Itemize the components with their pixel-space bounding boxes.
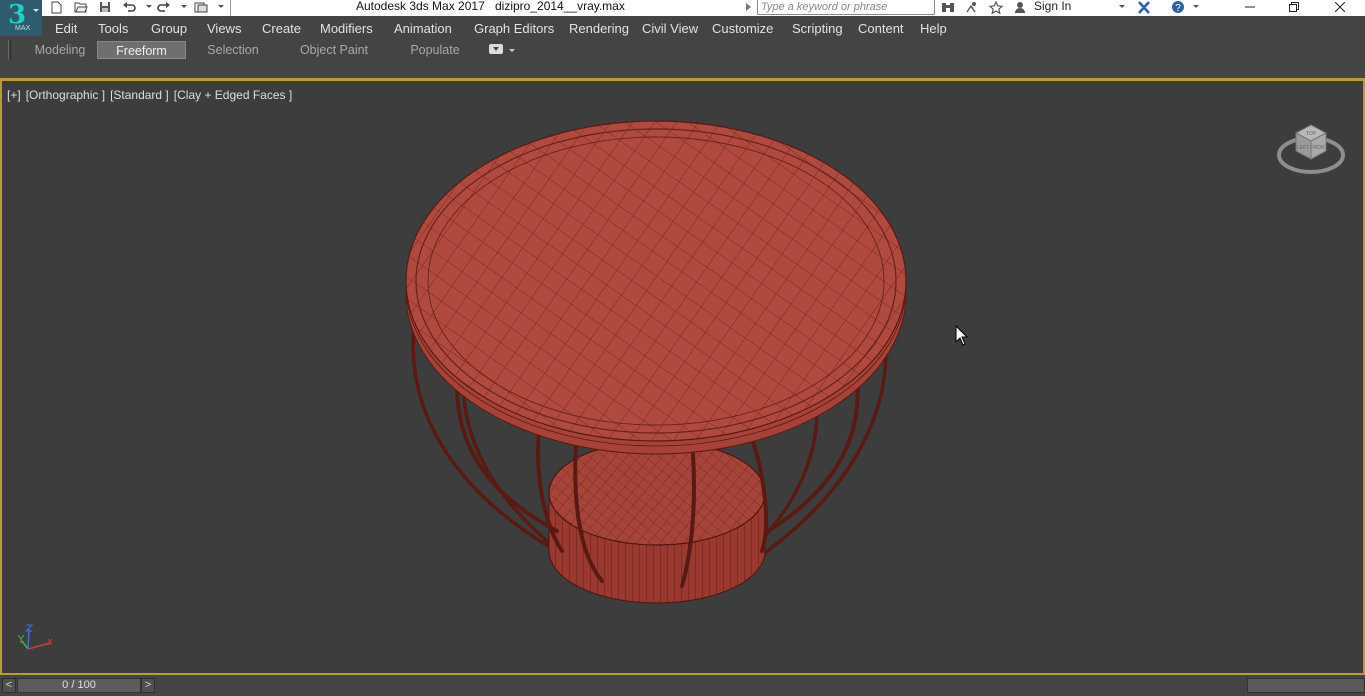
application-menu-button[interactable]: 3 MAX — [0, 0, 42, 36]
open-file-icon[interactable] — [73, 0, 89, 14]
time-slider-prev-button[interactable]: < — [2, 678, 16, 693]
redo-dropdown-icon[interactable] — [181, 5, 187, 8]
sign-in-dropdown-icon[interactable] — [1119, 5, 1125, 8]
tab-selection[interactable]: Selection — [204, 41, 262, 59]
new-file-icon[interactable] — [49, 0, 65, 14]
help-dropdown-icon[interactable] — [1193, 5, 1199, 8]
search-expand-icon[interactable] — [746, 3, 751, 11]
app-logo-sub: MAX — [15, 25, 31, 32]
favorites-star-icon[interactable] — [988, 0, 1004, 14]
menu-tools[interactable]: Tools — [98, 21, 128, 36]
time-slider-next-button[interactable]: > — [141, 678, 155, 693]
tab-modeling[interactable]: Modeling — [30, 41, 90, 59]
menu-customize[interactable]: Customize — [712, 21, 773, 36]
mouse-cursor-icon — [955, 325, 969, 346]
table-model[interactable] — [2, 81, 1363, 675]
search-input[interactable]: Type a keyword or phrase — [757, 0, 935, 15]
help-icon[interactable]: ? — [1170, 0, 1186, 14]
save-icon[interactable] — [97, 0, 113, 14]
ribbon-panel — [0, 60, 1365, 79]
menu-help[interactable]: Help — [920, 21, 947, 36]
menu-edit[interactable]: Edit — [55, 21, 77, 36]
time-slider-bar: < 0 / 100 > — [0, 676, 1365, 696]
menu-civil-view[interactable]: Civil View — [642, 21, 698, 36]
menu-animation[interactable]: Animation — [394, 21, 452, 36]
undo-dropdown-icon[interactable] — [146, 5, 152, 8]
autodesk-exchange-icon[interactable] — [1136, 0, 1152, 14]
tab-populate[interactable]: Populate — [408, 41, 462, 59]
tab-freeform[interactable]: Freeform — [97, 41, 186, 59]
customize-quick-access-icon[interactable] — [218, 5, 224, 8]
viewcube-left-label: LEFT — [1297, 145, 1309, 151]
ribbon-options-icon[interactable] — [489, 44, 503, 54]
table-top — [405, 120, 907, 442]
menu-content[interactable]: Content — [858, 21, 904, 36]
viewcube-top-label: TOP — [1306, 131, 1317, 137]
viewcube-front-label: FRONT — [1310, 145, 1327, 151]
user-icon[interactable] — [1012, 0, 1028, 14]
binoculars-icon[interactable] — [940, 0, 956, 14]
app-title: Autodesk 3ds Max 2017 — [356, 0, 485, 13]
redo-icon[interactable] — [156, 0, 172, 14]
minimize-icon[interactable] — [1228, 0, 1272, 14]
axis-tripod-icon — [17, 624, 53, 650]
close-icon[interactable] — [1318, 0, 1362, 14]
file-name: dizipro_2014__vray.max — [495, 0, 625, 13]
satellite-icon[interactable] — [964, 0, 980, 14]
menu-views[interactable]: Views — [207, 21, 241, 36]
menu-rendering[interactable]: Rendering — [569, 21, 629, 36]
ribbon-tab-bar: Modeling Freeform Selection Object Paint… — [0, 40, 1365, 60]
menu-scripting[interactable]: Scripting — [792, 21, 843, 36]
time-slider-thumb[interactable]: 0 / 100 — [17, 678, 141, 693]
chevron-down-icon — [33, 9, 39, 12]
restore-icon[interactable] — [1272, 0, 1316, 14]
menu-group[interactable]: Group — [151, 21, 187, 36]
tab-object-paint[interactable]: Object Paint — [298, 41, 370, 59]
orthographic-viewport[interactable]: [+] [Orthographic ] [Standard ] [Clay + Edg… — [0, 81, 1365, 675]
menu-graph-editors[interactable]: Graph Editors — [474, 21, 554, 36]
project-folder-icon[interactable] — [193, 0, 209, 14]
main-menu-bar: Edit Tools Group Views Create Modifiers … — [0, 16, 1365, 40]
sign-in-link[interactable]: Sign In — [1034, 0, 1071, 13]
menu-create[interactable]: Create — [262, 21, 301, 36]
undo-icon[interactable] — [121, 0, 137, 14]
track-bar-toggle[interactable] — [1247, 678, 1365, 693]
menu-modifiers[interactable]: Modifiers — [320, 21, 373, 36]
lower-shelf — [548, 440, 766, 604]
svg-text:?: ? — [1175, 3, 1181, 14]
time-slider-track[interactable] — [157, 678, 1247, 693]
title-bar: 3 MAX Autodesk 3ds Max 2017 dizipro_2014… — [0, 0, 1365, 36]
ribbon-options-dropdown-icon[interactable] — [509, 49, 515, 52]
viewcube[interactable]: TOP FRONT LEFT — [1274, 113, 1348, 177]
title-separator — [230, 0, 231, 16]
